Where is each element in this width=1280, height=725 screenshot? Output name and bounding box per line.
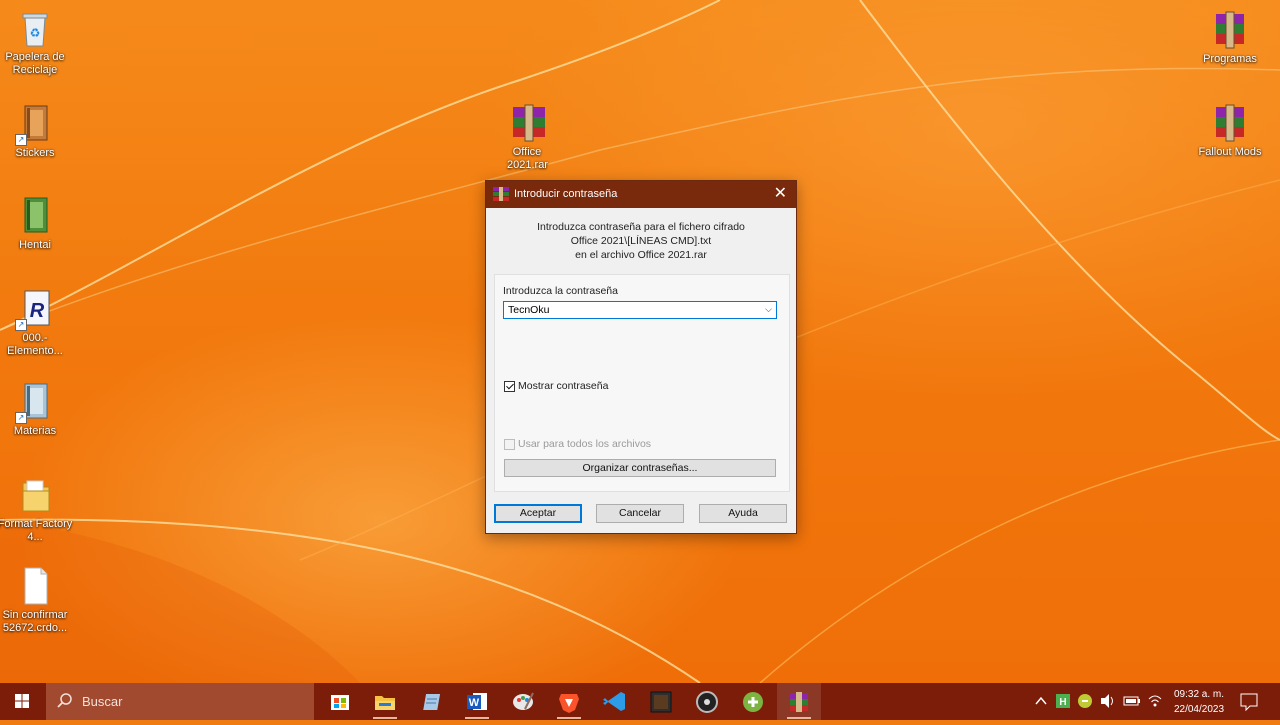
password-dialog: Introducir contraseña ✕ Introduzca contr…: [485, 180, 797, 534]
taskbar-minecraft[interactable]: [639, 683, 683, 720]
notepad-icon: [423, 694, 441, 710]
desktop-icon-stickers[interactable]: ↗ Stickers: [0, 104, 73, 160]
use-for-all-checkbox[interactable]: Usar para todos los archivos: [504, 438, 651, 450]
green-app-icon: [743, 692, 763, 712]
desktop-icon-hentai[interactable]: Hentai: [0, 196, 73, 252]
checkbox-checked[interactable]: [504, 380, 515, 392]
show-password-checkbox[interactable]: Mostrar contraseña: [504, 380, 608, 392]
taskbar-notepad[interactable]: [409, 683, 453, 720]
tray-status-icon[interactable]: [1076, 683, 1094, 720]
desktop-icon-materias[interactable]: ↗ Materias: [0, 382, 73, 438]
desktop-icon-format-factory[interactable]: Format Factory 4...: [0, 475, 73, 544]
start-button[interactable]: [0, 683, 44, 720]
store-icon: [331, 695, 349, 710]
password-combobox[interactable]: ⌵: [503, 301, 777, 319]
search-placeholder: Buscar: [82, 694, 123, 709]
winrar-archive-icon: [1212, 10, 1248, 50]
dialog-info: Introduzca contraseña para el fichero ci…: [486, 220, 796, 262]
desktop-icon-programas[interactable]: Programas: [1192, 10, 1268, 66]
file-explorer-icon: [375, 696, 395, 710]
winrar-archive-icon: [1212, 103, 1248, 143]
brave-icon: [559, 694, 579, 713]
winrar-archive-icon: [509, 103, 545, 143]
desktop-icon-sin-confirmar[interactable]: Sin confirmar 52672.crdo...: [0, 566, 73, 635]
windows-icon: [15, 694, 29, 708]
battery-icon[interactable]: [1122, 683, 1142, 720]
taskbar-winrar[interactable]: [777, 683, 821, 720]
taskbar-vscode[interactable]: [593, 683, 637, 720]
minecraft-icon: [650, 691, 672, 713]
desktop-icon-recycle-bin[interactable]: ♻ Papelera de Reciclaje: [0, 8, 73, 77]
search-icon: [56, 692, 74, 715]
chevron-down-icon[interactable]: ⌵: [765, 304, 772, 315]
winrar-icon: [493, 187, 509, 206]
svg-text:H: H: [1059, 697, 1066, 708]
wifi-icon[interactable]: [1146, 683, 1164, 720]
taskbar-store[interactable]: [318, 683, 362, 720]
cancel-button[interactable]: Cancelar: [596, 504, 684, 523]
taskbar-word[interactable]: W: [455, 683, 499, 720]
show-password-label: Mostrar contraseña: [518, 380, 609, 392]
use-for-all-label: Usar para todos los archivos: [518, 438, 652, 450]
recycle-bin-icon: ♻: [17, 8, 53, 48]
svg-text:W: W: [469, 697, 480, 709]
winrar-icon: [790, 692, 808, 712]
ok-button[interactable]: Aceptar: [494, 504, 582, 523]
svg-text:♻: ♻: [30, 26, 41, 40]
media-icon: [696, 691, 718, 713]
dialog-title: Introducir contraseña: [514, 188, 618, 200]
desktop-icon-elemento[interactable]: R ↗ 000.- Elemento...: [0, 289, 73, 358]
taskbar-media[interactable]: [685, 683, 729, 720]
desktop-icon-office-rar[interactable]: Office 2021.rar: [489, 103, 565, 172]
app-r-icon: R ↗: [15, 289, 53, 331]
volume-icon[interactable]: [1098, 683, 1118, 720]
password-label: Introduzca la contraseña: [503, 285, 618, 297]
clock-time: 09:32 a. m.: [1173, 689, 1225, 700]
folder-green-icon: [17, 196, 53, 236]
taskbar-paint[interactable]: [501, 683, 545, 720]
dialog-titlebar[interactable]: Introducir contraseña ✕: [486, 181, 796, 208]
taskbar-green-app[interactable]: [731, 683, 775, 720]
password-input[interactable]: [508, 304, 758, 316]
folder-book-icon: ↗: [15, 104, 53, 146]
tray-chevron-up-icon[interactable]: [1032, 683, 1050, 720]
folder-icon: [17, 475, 53, 515]
blank-file-icon: [17, 566, 53, 606]
folder-blue-icon: ↗: [15, 382, 53, 424]
close-icon[interactable]: ✕: [774, 184, 787, 204]
taskbar-clock[interactable]: 09:32 a. m. 22/04/2023: [1166, 687, 1232, 717]
clock-date: 22/04/2023: [1173, 704, 1225, 715]
vscode-icon: [603, 692, 625, 711]
svg-text:R: R: [30, 300, 45, 322]
paint-icon: [513, 692, 534, 710]
info-line-archive: en el archivo Office 2021.rar: [575, 249, 707, 261]
organize-passwords-button[interactable]: Organizar contraseñas...: [504, 459, 776, 477]
checkbox-unchecked[interactable]: [504, 438, 515, 450]
password-panel: Introduzca la contraseña ⌵ Mostrar contr…: [494, 274, 790, 492]
tray-green-h-icon[interactable]: H: [1054, 683, 1072, 720]
help-button[interactable]: Ayuda: [699, 504, 787, 523]
taskbar-search[interactable]: Buscar: [46, 683, 314, 720]
notifications-icon[interactable]: [1238, 683, 1260, 720]
info-line: Introduzca contraseña para el fichero ci…: [537, 221, 745, 233]
taskbar-brave[interactable]: [547, 683, 591, 720]
info-line-filename: Office 2021\[LÍNEAS CMD].txt: [570, 235, 712, 247]
word-icon: W: [467, 693, 487, 710]
desktop-icon-fallout-mods[interactable]: Fallout Mods: [1192, 103, 1268, 159]
taskbar: Buscar W H 09:32 a. m. 22/04/2023: [0, 683, 1280, 720]
taskbar-file-explorer[interactable]: [363, 683, 407, 720]
